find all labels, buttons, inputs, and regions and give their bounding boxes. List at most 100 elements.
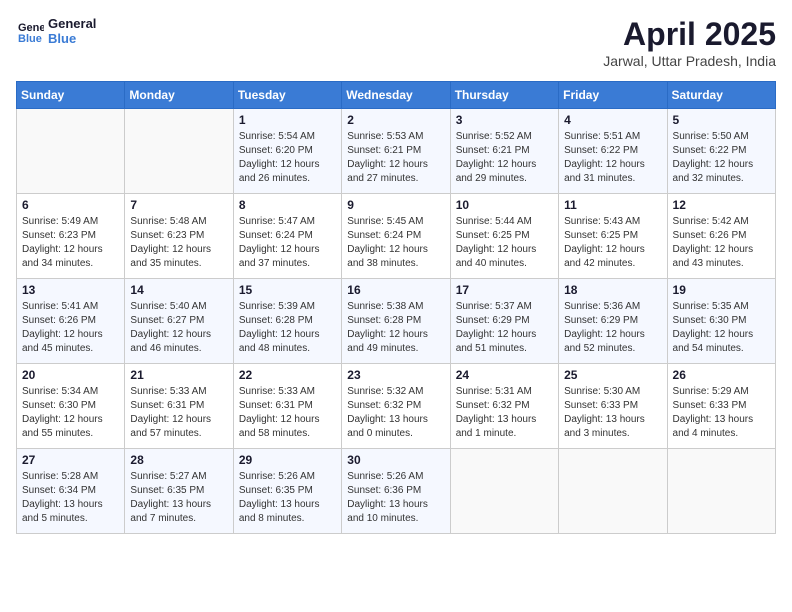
day-info: Sunrise: 5:45 AMSunset: 6:24 PMDaylight:…: [347, 215, 444, 271]
day-info: Sunrise: 5:39 AMSunset: 6:28 PMDaylight:…: [239, 300, 336, 356]
calendar-table: Sunday Monday Tuesday Wednesday Thursday…: [16, 81, 776, 534]
calendar-cell: 10Sunrise: 5:44 AMSunset: 6:25 PMDayligh…: [450, 194, 558, 279]
sunrise-text: Sunrise: 5:40 AM: [130, 300, 227, 314]
day-info: Sunrise: 5:51 AMSunset: 6:22 PMDaylight:…: [564, 130, 661, 186]
calendar-cell: 2Sunrise: 5:53 AMSunset: 6:21 PMDaylight…: [342, 109, 450, 194]
sunrise-text: Sunrise: 5:41 AM: [22, 300, 119, 314]
sunset-text: Sunset: 6:31 PM: [130, 399, 227, 413]
day-number: 11: [564, 198, 661, 212]
calendar-cell: 27Sunrise: 5:28 AMSunset: 6:34 PMDayligh…: [17, 449, 125, 534]
daylight-text: Daylight: 12 hours and 29 minutes.: [456, 158, 553, 186]
day-info: Sunrise: 5:54 AMSunset: 6:20 PMDaylight:…: [239, 130, 336, 186]
sunrise-text: Sunrise: 5:35 AM: [673, 300, 770, 314]
sunset-text: Sunset: 6:30 PM: [22, 399, 119, 413]
col-saturday: Saturday: [667, 82, 775, 109]
daylight-text: Daylight: 13 hours and 8 minutes.: [239, 498, 336, 526]
sunrise-text: Sunrise: 5:30 AM: [564, 385, 661, 399]
day-info: Sunrise: 5:43 AMSunset: 6:25 PMDaylight:…: [564, 215, 661, 271]
daylight-text: Daylight: 12 hours and 32 minutes.: [673, 158, 770, 186]
day-number: 27: [22, 453, 119, 467]
col-wednesday: Wednesday: [342, 82, 450, 109]
day-info: Sunrise: 5:33 AMSunset: 6:31 PMDaylight:…: [239, 385, 336, 441]
sunrise-text: Sunrise: 5:27 AM: [130, 470, 227, 484]
sunset-text: Sunset: 6:31 PM: [239, 399, 336, 413]
day-number: 28: [130, 453, 227, 467]
col-sunday: Sunday: [17, 82, 125, 109]
week-row-3: 13 Sunrise: 5:41 AMSunset: 6:26 PMDayligh…: [17, 279, 776, 364]
sunset-text: Sunset: 6:33 PM: [673, 399, 770, 413]
location-title: Jarwal, Uttar Pradesh, India: [603, 53, 776, 69]
day-info: Sunrise: 5:26 AMSunset: 6:35 PMDaylight:…: [239, 470, 336, 526]
daylight-text: Daylight: 12 hours and 58 minutes.: [239, 413, 336, 441]
day-number: 18: [564, 283, 661, 297]
daylight-text: Daylight: 12 hours and 27 minutes.: [347, 158, 444, 186]
day-number: 19: [673, 283, 770, 297]
calendar-cell: [450, 449, 558, 534]
calendar-cell: 28Sunrise: 5:27 AMSunset: 6:35 PMDayligh…: [125, 449, 233, 534]
col-thursday: Thursday: [450, 82, 558, 109]
sunrise-text: Sunrise: 5:52 AM: [456, 130, 553, 144]
day-info: Sunrise: 5:35 AMSunset: 6:30 PMDaylight:…: [673, 300, 770, 356]
sunrise-text: Sunrise: 5:51 AM: [564, 130, 661, 144]
week-row-5: 27Sunrise: 5:28 AMSunset: 6:34 PMDayligh…: [17, 449, 776, 534]
daylight-text: Daylight: 12 hours and 42 minutes.: [564, 243, 661, 271]
daylight-text: Daylight: 12 hours and 57 minutes.: [130, 413, 227, 441]
calendar-cell: 1Sunrise: 5:54 AMSunset: 6:20 PMDaylight…: [233, 109, 341, 194]
calendar-cell: 24Sunrise: 5:31 AMSunset: 6:32 PMDayligh…: [450, 364, 558, 449]
daylight-text: Daylight: 13 hours and 0 minutes.: [347, 413, 444, 441]
daylight-text: Daylight: 12 hours and 51 minutes.: [456, 328, 553, 356]
day-info: Sunrise: 5:50 AMSunset: 6:22 PMDaylight:…: [673, 130, 770, 186]
sunset-text: Sunset: 6:23 PM: [22, 229, 119, 243]
sunrise-text: Sunrise: 5:32 AM: [347, 385, 444, 399]
day-info: Sunrise: 5:44 AMSunset: 6:25 PMDaylight:…: [456, 215, 553, 271]
day-number: 26: [673, 368, 770, 382]
page-header: General Blue General Blue April 2025 Jar…: [16, 16, 776, 69]
day-info: Sunrise: 5:36 AMSunset: 6:29 PMDaylight:…: [564, 300, 661, 356]
daylight-text: Daylight: 13 hours and 5 minutes.: [22, 498, 119, 526]
day-number: 2: [347, 113, 444, 127]
logo: General Blue General Blue: [16, 16, 96, 46]
col-monday: Monday: [125, 82, 233, 109]
day-number: 8: [239, 198, 336, 212]
calendar-cell: 20Sunrise: 5:34 AMSunset: 6:30 PMDayligh…: [17, 364, 125, 449]
day-info: Sunrise: 5:33 AMSunset: 6:31 PMDaylight:…: [130, 385, 227, 441]
calendar-cell: 9Sunrise: 5:45 AMSunset: 6:24 PMDaylight…: [342, 194, 450, 279]
calendar-cell: 18 Sunrise: 5:36 AMSunset: 6:29 PMDayligh…: [559, 279, 667, 364]
sunset-text: Sunset: 6:30 PM: [673, 314, 770, 328]
calendar-cell: 23Sunrise: 5:32 AMSunset: 6:32 PMDayligh…: [342, 364, 450, 449]
day-info: Sunrise: 5:49 AMSunset: 6:23 PMDaylight:…: [22, 215, 119, 271]
col-friday: Friday: [559, 82, 667, 109]
sunrise-text: Sunrise: 5:49 AM: [22, 215, 119, 229]
calendar-cell: [559, 449, 667, 534]
sunset-text: Sunset: 6:27 PM: [130, 314, 227, 328]
calendar-cell: 13 Sunrise: 5:41 AMSunset: 6:26 PMDayligh…: [17, 279, 125, 364]
sunrise-text: Sunrise: 5:36 AM: [564, 300, 661, 314]
sunrise-text: Sunrise: 5:45 AM: [347, 215, 444, 229]
sunset-text: Sunset: 6:22 PM: [564, 144, 661, 158]
day-number: 24: [456, 368, 553, 382]
logo-icon: General Blue: [16, 17, 44, 45]
weekday-header-row: Sunday Monday Tuesday Wednesday Thursday…: [17, 82, 776, 109]
sunset-text: Sunset: 6:35 PM: [130, 484, 227, 498]
sunrise-text: Sunrise: 5:34 AM: [22, 385, 119, 399]
daylight-text: Daylight: 12 hours and 54 minutes.: [673, 328, 770, 356]
calendar-cell: 15Sunrise: 5:39 AMSunset: 6:28 PMDayligh…: [233, 279, 341, 364]
daylight-text: Daylight: 12 hours and 38 minutes.: [347, 243, 444, 271]
calendar-cell: 8Sunrise: 5:47 AMSunset: 6:24 PMDaylight…: [233, 194, 341, 279]
day-number: 16: [347, 283, 444, 297]
sunrise-text: Sunrise: 5:26 AM: [347, 470, 444, 484]
calendar-cell: 21Sunrise: 5:33 AMSunset: 6:31 PMDayligh…: [125, 364, 233, 449]
col-tuesday: Tuesday: [233, 82, 341, 109]
daylight-text: Daylight: 13 hours and 10 minutes.: [347, 498, 444, 526]
sunset-text: Sunset: 6:32 PM: [456, 399, 553, 413]
day-info: Sunrise: 5:30 AMSunset: 6:33 PMDaylight:…: [564, 385, 661, 441]
day-number: 13: [22, 283, 119, 297]
sunset-text: Sunset: 6:23 PM: [130, 229, 227, 243]
day-info: Sunrise: 5:26 AMSunset: 6:36 PMDaylight:…: [347, 470, 444, 526]
sunrise-text: Sunrise: 5:47 AM: [239, 215, 336, 229]
sunset-text: Sunset: 6:22 PM: [673, 144, 770, 158]
day-info: Sunrise: 5:37 AMSunset: 6:29 PMDaylight:…: [456, 300, 553, 356]
day-number: 14: [130, 283, 227, 297]
day-info: Sunrise: 5:41 AMSunset: 6:26 PMDaylight:…: [22, 300, 119, 356]
day-number: 5: [673, 113, 770, 127]
